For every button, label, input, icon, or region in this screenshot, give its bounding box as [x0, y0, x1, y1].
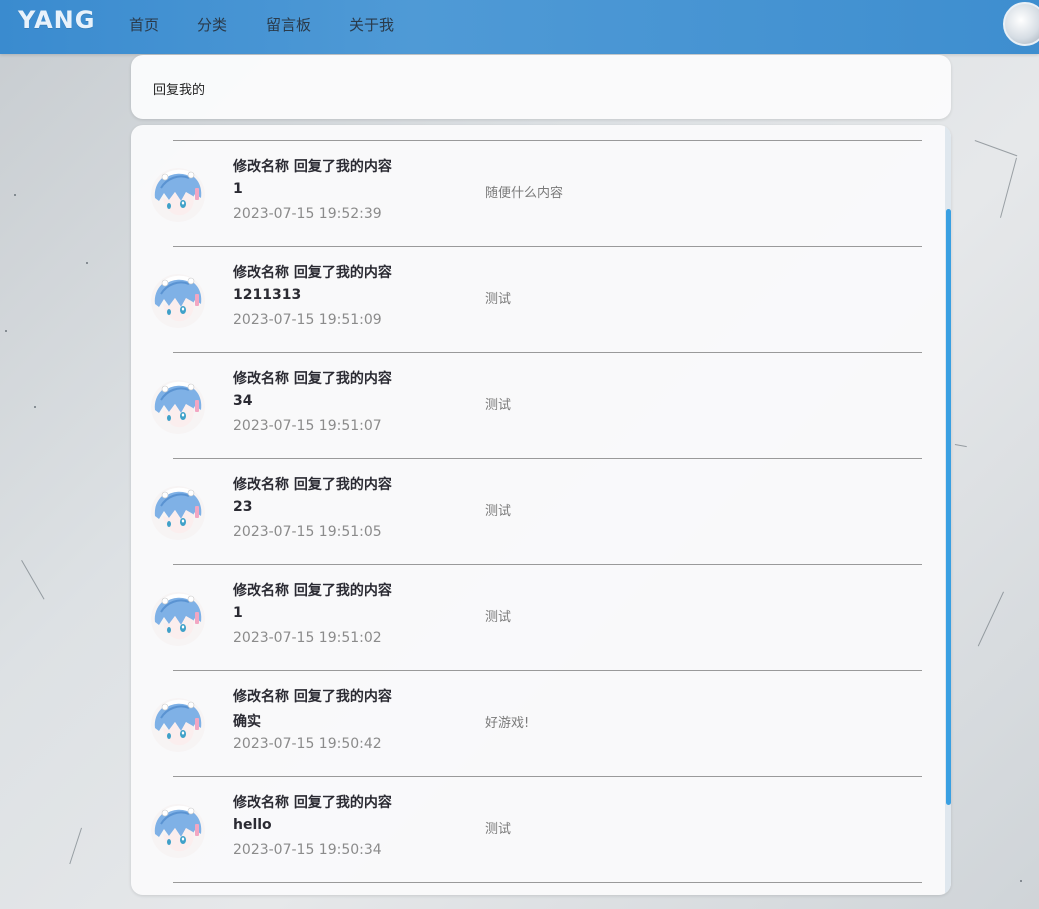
reply-text: 1211313 — [233, 287, 302, 303]
reply-timestamp: 2023-07-15 19:52:39 — [233, 206, 382, 222]
reply-text: 1 — [233, 181, 243, 197]
anime-avatar-icon[interactable] — [151, 274, 205, 328]
reply-timestamp: 2023-07-15 19:51:02 — [233, 630, 382, 646]
reply-title: 修改名称 回复了我的内容 — [233, 795, 392, 811]
background-line — [974, 140, 1018, 157]
nav-item-categories[interactable]: 分类 — [197, 14, 227, 35]
reply-timestamp: 2023-07-15 19:51:09 — [233, 312, 382, 328]
reply-item[interactable]: 修改名称 回复了我的内容 1211313 2023-07-15 19:51:09 测试 — [131, 246, 931, 351]
nav-item-about[interactable]: 关于我 — [349, 14, 394, 35]
reply-title: 修改名称 回复了我的内容 — [233, 689, 392, 705]
original-content: 测试 — [485, 610, 512, 625]
page-header-card: 回复我的 — [131, 55, 951, 119]
original-content: 测试 — [485, 292, 512, 307]
background-line — [999, 157, 1017, 218]
background-line — [954, 444, 967, 448]
background-dot — [86, 262, 88, 264]
reply-item[interactable]: 修改名称 回复了我的内容 34 2023-07-15 19:51:07 测试 — [131, 352, 931, 457]
background-dot — [14, 194, 16, 196]
original-content: 随便什么内容 — [485, 186, 564, 201]
original-content: 好游戏! — [485, 716, 530, 731]
reply-list[interactable]: 修改名称 回复了我的内容 1 2023-07-15 19:52:39 随便什么内容 修… — [131, 125, 951, 895]
page-title: 回复我的 — [153, 83, 206, 98]
reply-text: hello — [233, 817, 272, 833]
site-logo[interactable]: YANG — [18, 6, 95, 34]
original-content: 测试 — [485, 822, 512, 837]
reply-timestamp: 2023-07-15 19:51:07 — [233, 418, 382, 434]
reply-item[interactable]: 修改名称 回复了我的内容 确实 2023-07-15 19:50:42 好游戏! — [131, 670, 931, 775]
reply-title: 修改名称 回复了我的内容 — [233, 583, 392, 599]
reply-text: 1 — [233, 605, 243, 621]
top-navbar: YANG 首页 分类 留言板 关于我 — [0, 0, 1039, 54]
reply-item[interactable]: 修改名称 回复了我的内容 23 2023-07-15 19:51:05 测试 — [131, 458, 931, 563]
reply-text: 23 — [233, 499, 253, 515]
reply-timestamp: 2023-07-15 19:51:05 — [233, 524, 382, 540]
reply-title: 修改名称 回复了我的内容 — [233, 265, 392, 281]
background-line — [69, 827, 82, 865]
reply-text: 34 — [233, 393, 253, 409]
background-dot — [34, 406, 36, 408]
reply-title: 修改名称 回复了我的内容 — [233, 477, 392, 493]
user-avatar-icon[interactable] — [1003, 2, 1039, 46]
reply-timestamp: 2023-07-15 19:50:42 — [233, 736, 382, 752]
background-dot — [5, 330, 7, 332]
reply-item[interactable]: 修改名称 回复了我的内容 1 2023-07-15 19:51:02 测试 — [131, 564, 931, 669]
reply-title: 修改名称 回复了我的内容 — [233, 159, 392, 175]
background-line — [977, 591, 1004, 647]
background-line — [21, 560, 45, 600]
nav-item-guestbook[interactable]: 留言板 — [266, 14, 311, 35]
anime-avatar-icon[interactable] — [151, 168, 205, 222]
original-content: 测试 — [485, 398, 512, 413]
reply-text: 确实 — [233, 714, 261, 730]
nav-item-home[interactable]: 首页 — [129, 14, 159, 35]
reply-title: 修改名称 回复了我的内容 — [233, 371, 392, 387]
reply-timestamp: 2023-07-15 19:50:34 — [233, 842, 382, 858]
scrollbar-thumb[interactable] — [946, 209, 951, 805]
row-divider — [173, 882, 922, 883]
reply-item[interactable]: 修改名称 回复了我的内容 1 2023-07-15 19:52:39 随便什么内容 — [131, 140, 931, 245]
background-dot — [1020, 880, 1022, 882]
anime-avatar-icon[interactable] — [151, 592, 205, 646]
anime-avatar-icon[interactable] — [151, 804, 205, 858]
anime-avatar-icon[interactable] — [151, 698, 205, 752]
anime-avatar-icon[interactable] — [151, 380, 205, 434]
reply-item[interactable]: 修改名称 回复了我的内容 hello 2023-07-15 19:50:34 测试 — [131, 776, 931, 881]
anime-avatar-icon[interactable] — [151, 486, 205, 540]
original-content: 测试 — [485, 504, 512, 519]
